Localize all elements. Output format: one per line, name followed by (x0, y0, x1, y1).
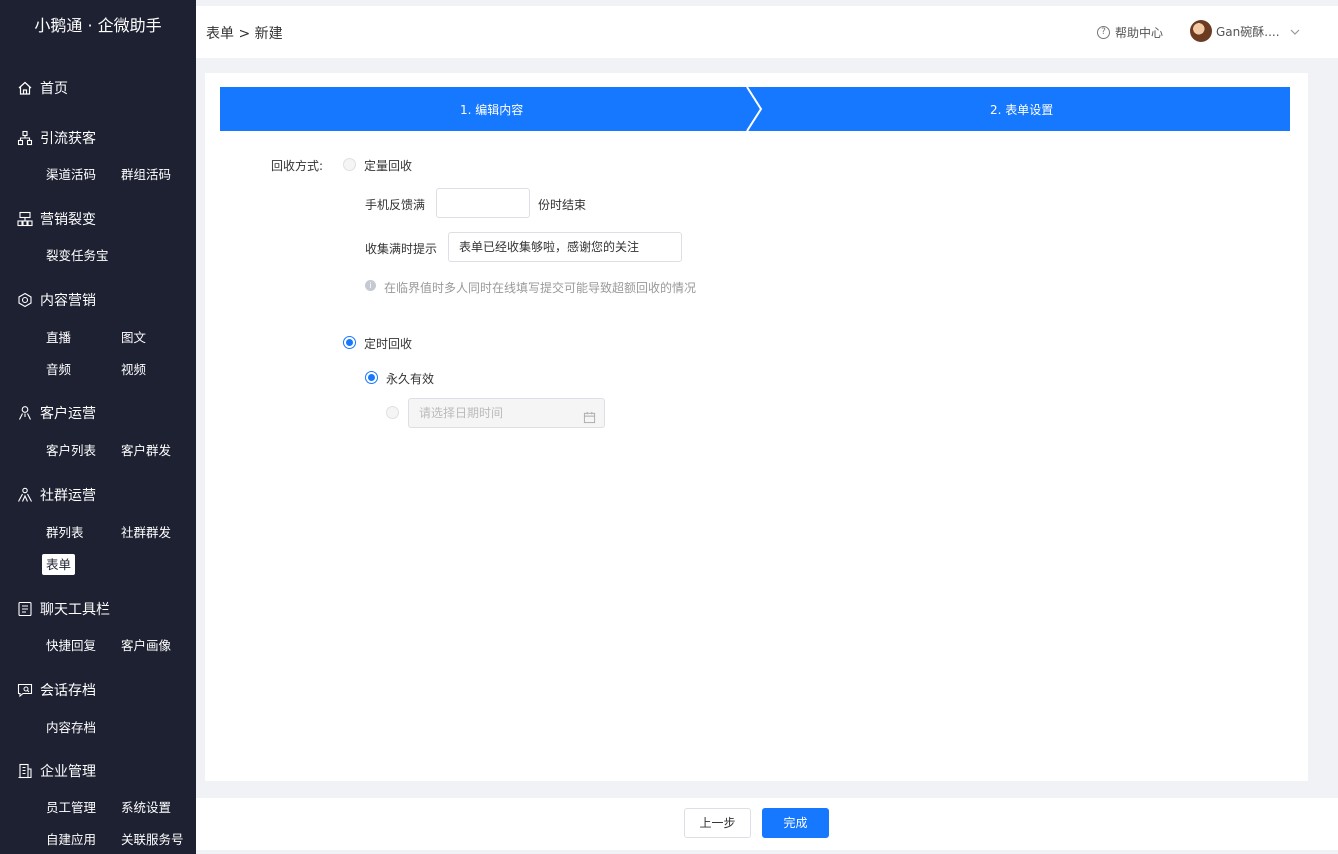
nav-enterprise[interactable]: 企业管理 (0, 759, 196, 783)
chat-archive-icon (16, 681, 34, 699)
home-icon (16, 79, 34, 97)
help-center-link[interactable]: ? 帮助中心 (1097, 24, 1163, 41)
nav-enterprise-label: 企业管理 (40, 764, 96, 780)
overflow-warning: 在临界值时多人同时在线填写提交可能导致超额回收的情况 (384, 281, 697, 295)
sidebar-item-quick-reply[interactable]: 快捷回复 (46, 635, 121, 654)
nav-group-chat-toolbar: 聊天工具栏 快捷回复 客户画像 (0, 597, 196, 660)
breadcrumb: 表单 > 新建 (206, 26, 283, 42)
quantity-recycle-label: 定量回收 (364, 159, 413, 173)
info-icon: i (365, 280, 376, 291)
sidebar-item-content-archive[interactable]: 内容存档 (46, 717, 123, 736)
nav-home[interactable]: 首页 (0, 76, 196, 100)
nav-content[interactable]: 内容营销 (0, 288, 196, 312)
recycle-method-label: 回收方式: (271, 159, 324, 173)
building-icon (16, 762, 34, 780)
nav-group-content: 内容营销 直播 图文 音频 视频 (0, 288, 196, 384)
nav-home-label: 首页 (40, 81, 68, 97)
feedback-prefix: 手机反馈满 (365, 198, 426, 212)
top-header: 表单 > 新建 ? 帮助中心 Gan碗酥.... (196, 6, 1338, 58)
sidebar-item-community-broadcast[interactable]: 社群群发 (121, 522, 196, 541)
sidebar-item-group-code[interactable]: 群组活码 (121, 164, 196, 183)
timed-recycle-radio[interactable] (343, 336, 356, 349)
nav-community-label: 社群运营 (40, 488, 96, 504)
chevron-down-icon (1290, 26, 1300, 36)
forever-valid-label: 永久有效 (386, 372, 435, 386)
prev-step-button[interactable]: 上一步 (684, 808, 751, 838)
nav-marketing-label: 营销裂变 (40, 212, 96, 228)
nav-archive-label: 会话存档 (40, 683, 96, 699)
sidebar-item-system-settings[interactable]: 系统设置 (121, 797, 196, 816)
sidebar-item-customer-profile[interactable]: 客户画像 (121, 635, 196, 654)
nav-group-archive: 会话存档 内容存档 (0, 678, 196, 742)
forever-valid-radio[interactable] (365, 371, 378, 384)
nav-customer[interactable]: 客户运营 (0, 401, 196, 425)
nav-customer-label: 客户运营 (40, 406, 96, 422)
sidebar-item-customer-broadcast[interactable]: 客户群发 (121, 440, 196, 459)
nav-chat-toolbar-label: 聊天工具栏 (40, 602, 110, 618)
sidebar-item-form[interactable]: 表单 (42, 553, 119, 575)
group-icon (16, 486, 34, 504)
nav-group-customer: 客户运营 客户列表 客户群发 (0, 401, 196, 465)
sidebar-item-audio[interactable]: 音频 (46, 359, 121, 378)
nav-group-marketing: 营销裂变 裂变任务宝 (0, 207, 196, 270)
sidebar: 小鹅通 · 企微助手 首页 引流获客 渠道活码 群组活码 营销裂变 裂变任务宝 … (0, 0, 196, 854)
nav-group-traffic: 引流获客 渠道活码 群组活码 (0, 126, 196, 189)
sidebar-item-video[interactable]: 视频 (121, 359, 196, 378)
sidebar-item-linked-account[interactable]: 关联服务号 (121, 829, 196, 848)
step-edit-content[interactable]: 1. 编辑内容 (460, 101, 523, 118)
user-name: Gan碗酥.... (1216, 24, 1280, 39)
nav-content-label: 内容营销 (40, 293, 96, 309)
nav-traffic-label: 引流获客 (40, 131, 96, 147)
timed-recycle-label: 定时回收 (364, 337, 413, 351)
sidebar-item-custom-app[interactable]: 自建应用 (46, 829, 121, 848)
date-time-picker[interactable]: 请选择日期时间 (408, 398, 605, 428)
quantity-recycle-radio[interactable] (343, 158, 356, 171)
nav-chat-toolbar[interactable]: 聊天工具栏 (0, 597, 196, 621)
nav-marketing[interactable]: 营销裂变 (0, 207, 196, 231)
user-menu[interactable]: Gan碗酥.... (1190, 20, 1300, 42)
feedback-count-input[interactable] (436, 188, 530, 218)
nav-group-community: 社群运营 群列表 社群群发 表单 (0, 483, 196, 579)
person-icon (16, 404, 34, 422)
custom-date-radio[interactable] (386, 406, 399, 419)
help-icon: ? (1097, 26, 1110, 39)
nav-group-home: 首页 (0, 76, 196, 100)
nav-traffic[interactable]: 引流获客 (0, 126, 196, 150)
steps-background (220, 87, 1290, 131)
footer-bar: 上一步 完成 (196, 798, 1338, 850)
step-form-settings[interactable]: 2. 表单设置 (990, 101, 1053, 118)
full-tip-input[interactable]: 表单已经收集够啦，感谢您的关注 (448, 232, 682, 262)
finish-button[interactable]: 完成 (762, 808, 829, 838)
avatar (1190, 20, 1212, 42)
steps-bar: 1. 编辑内容 2. 表单设置 (220, 87, 1290, 131)
help-center-label: 帮助中心 (1115, 26, 1164, 40)
nav-community[interactable]: 社群运营 (0, 483, 196, 507)
sidebar-item-form-label: 表单 (42, 553, 76, 575)
feedback-suffix: 份时结束 (538, 198, 587, 212)
sidebar-item-group-list[interactable]: 群列表 (46, 522, 121, 541)
nav-archive[interactable]: 会话存档 (0, 678, 196, 702)
toolbar-icon (16, 600, 34, 618)
hierarchy-icon (16, 210, 34, 228)
full-tip-label: 收集满时提示 (365, 242, 438, 256)
org-tree-icon (16, 129, 34, 147)
sidebar-item-article[interactable]: 图文 (121, 327, 196, 346)
content-icon (16, 291, 34, 309)
sidebar-item-channel-code[interactable]: 渠道活码 (46, 164, 121, 183)
sidebar-item-staff[interactable]: 员工管理 (46, 797, 121, 816)
form-card: 1. 编辑内容 2. 表单设置 回收方式: 定量回收 手机反馈满 份时结束 收集… (205, 73, 1308, 781)
calendar-icon (583, 406, 596, 434)
sidebar-item-fission[interactable]: 裂变任务宝 (46, 245, 123, 264)
date-time-placeholder: 请选择日期时间 (419, 406, 504, 420)
nav-group-enterprise: 企业管理 员工管理 系统设置 自建应用 关联服务号 (0, 759, 196, 854)
brand-title: 小鹅通 · 企微助手 (34, 16, 162, 35)
sidebar-item-live[interactable]: 直播 (46, 327, 121, 346)
sidebar-item-customer-list[interactable]: 客户列表 (46, 440, 121, 459)
